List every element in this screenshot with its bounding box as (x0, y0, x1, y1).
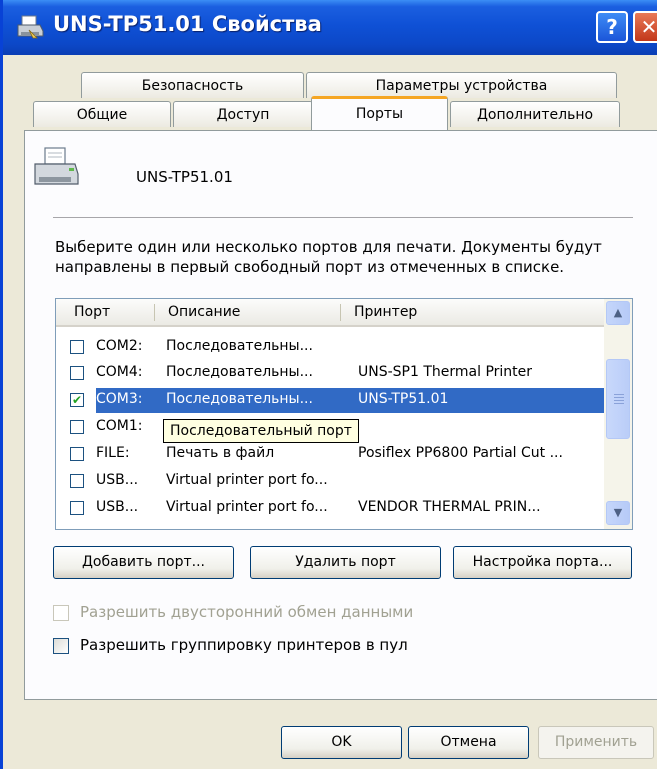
tab-ports[interactable]: Порты (311, 96, 448, 130)
description-cell: Последовательны... (166, 391, 313, 407)
port-checkbox[interactable] (70, 501, 84, 515)
table-row[interactable]: COM4: Последовательны... UNS-SP1 Thermal… (56, 361, 604, 386)
port-cell: COM2: (96, 338, 143, 354)
printer-large-icon (34, 147, 79, 185)
port-cell: USB... (96, 499, 139, 515)
port-checkbox[interactable] (70, 366, 84, 380)
table-row[interactable]: ✔ COM3: Последовательны... UNS-TP51.01 (56, 388, 604, 413)
delete-port-button[interactable]: Удалить порт (250, 546, 441, 579)
help-button[interactable]: ? (596, 11, 628, 43)
tab-device-settings[interactable]: Параметры устройства (306, 72, 617, 98)
port-cell: COM1: (96, 418, 143, 434)
description-cell: Последовательны... (166, 338, 313, 354)
description-cell: Virtual printer port fo... (166, 499, 328, 515)
bidirectional-checkbox (53, 605, 69, 621)
vertical-scrollbar[interactable]: ▲ ▼ (604, 299, 632, 529)
column-header-description[interactable]: Описание (160, 299, 340, 325)
tab-general[interactable]: Общие (33, 101, 171, 127)
description-cell: Virtual printer port fo... (166, 472, 328, 488)
table-row[interactable]: USB... Virtual printer port fo... (56, 469, 604, 494)
printer-icon (17, 15, 44, 39)
port-checkbox[interactable] (70, 447, 84, 461)
port-checkbox[interactable] (70, 420, 84, 434)
close-button[interactable]: ✕ (633, 11, 657, 43)
description-tooltip: Последовательный порт (163, 419, 359, 443)
scroll-thumb[interactable] (606, 359, 630, 439)
table-row[interactable]: USB... Virtual printer port fo... VENDOR… (56, 496, 604, 521)
pooling-label[interactable]: Разрешить группировку принтеров в пул (80, 636, 408, 654)
printer-cell: UNS-TP51.01 (358, 391, 449, 407)
port-cell: COM3: (96, 391, 143, 407)
tab-advanced[interactable]: Дополнительно (450, 101, 620, 127)
printer-name: UNS-TP51.01 (136, 168, 233, 186)
tab-sharing[interactable]: Доступ (173, 101, 313, 127)
grip-line (614, 400, 624, 401)
printer-cell: UNS-SP1 Thermal Printer (358, 364, 533, 380)
cancel-button[interactable]: Отмена (408, 726, 529, 759)
ok-button[interactable]: OK (281, 726, 402, 759)
configure-port-button[interactable]: Настройка порта... (453, 546, 632, 579)
apply-button[interactable]: Применить (538, 726, 654, 759)
column-divider[interactable] (154, 304, 155, 321)
port-cell: FILE: (96, 445, 130, 461)
ports-description: Выберите один или несколько портов для п… (55, 238, 602, 276)
bidirectional-label: Разрешить двусторонний обмен данными (80, 603, 414, 621)
tab-security[interactable]: Безопасность (81, 72, 304, 98)
column-header-printer[interactable]: Принтер (346, 299, 596, 325)
grip-line (614, 394, 624, 395)
description-cell: Последовательны... (166, 364, 313, 380)
port-checkbox[interactable]: ✔ (70, 393, 84, 407)
pooling-checkbox[interactable] (53, 638, 69, 654)
grip-line (614, 397, 624, 398)
column-header-port[interactable]: Порт (66, 299, 151, 325)
scroll-up-button[interactable]: ▲ (606, 301, 630, 325)
port-checkbox[interactable] (70, 340, 84, 354)
list-header: Порт Описание Принтер (56, 299, 604, 327)
printer-cell: VENDOR THERMAL PRIN... (358, 499, 541, 515)
separator (53, 217, 633, 218)
printer-cell: Posiflex PP6800 Partial Cut ... (358, 445, 563, 461)
table-row[interactable]: FILE: Печать в файл Posiflex PP6800 Part… (56, 442, 604, 467)
description-cell: Печать в файл (166, 445, 275, 461)
port-cell: USB... (96, 472, 139, 488)
add-port-button[interactable]: Добавить порт... (53, 546, 234, 579)
title-bar[interactable]: UNS-TP51.01 Свойства ? ✕ (3, 0, 657, 55)
window-title: UNS-TP51.01 Свойства (53, 12, 322, 36)
port-checkbox[interactable] (70, 474, 84, 488)
properties-window: UNS-TP51.01 Свойства ? ✕ Безопасность Па… (0, 0, 657, 769)
scroll-down-button[interactable]: ▼ (606, 501, 630, 525)
column-divider[interactable] (340, 304, 341, 321)
grip-line (614, 403, 624, 404)
port-cell: COM4: (96, 364, 143, 380)
ports-list[interactable]: Порт Описание Принтер COM2: Последовател… (55, 298, 633, 530)
table-row[interactable]: COM2: Последовательны... (56, 335, 604, 360)
